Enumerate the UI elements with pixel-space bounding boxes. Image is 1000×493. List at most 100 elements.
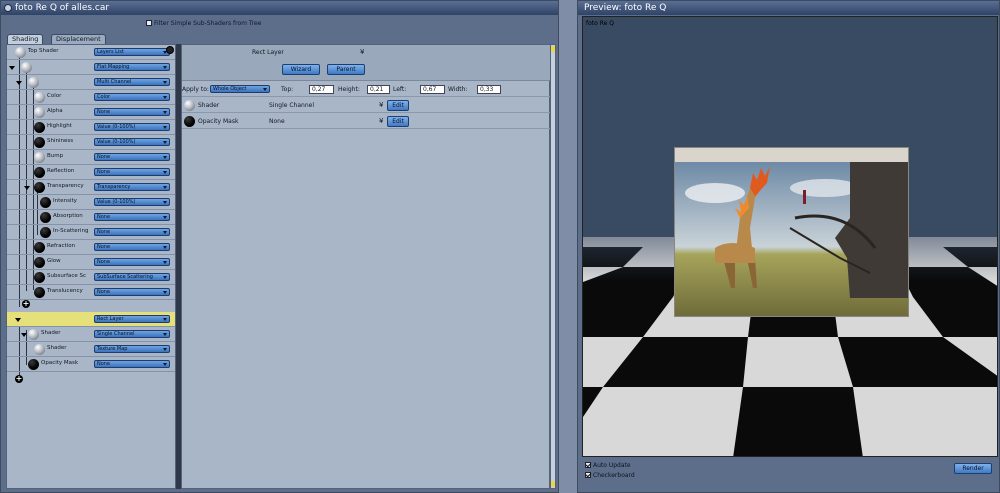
- tree-row-transparency[interactable]: Transparency Transparency: [7, 180, 175, 195]
- render-button[interactable]: Render: [954, 463, 992, 474]
- collapse-triangle-icon[interactable]: [15, 318, 21, 322]
- lock-icon[interactable]: [166, 46, 174, 54]
- tree-row-top-shader[interactable]: Top Shader Layers List: [7, 45, 175, 60]
- shader-ball-icon: [34, 122, 45, 133]
- height-label: Height:: [338, 86, 360, 93]
- tree-dropdown[interactable]: None: [94, 153, 170, 161]
- layer-header: Rect Layer ¥ Wizard Parent: [182, 45, 551, 81]
- checkerboard-checkbox[interactable]: [585, 472, 591, 478]
- tree-dropdown[interactable]: Value (0-100%): [94, 123, 170, 131]
- tree-row-in-scattering[interactable]: In-Scattering None: [7, 225, 175, 240]
- shader-ball-icon: [34, 242, 45, 253]
- edit-button[interactable]: Edit: [387, 100, 409, 111]
- tree-row-glow[interactable]: Glow None: [7, 255, 175, 270]
- tree-dropdown[interactable]: None: [94, 213, 170, 221]
- tree-row-highlight[interactable]: Highlight Value (0-100%): [7, 120, 175, 135]
- tree-row-absorption[interactable]: Absorption None: [7, 210, 175, 225]
- tree-dropdown[interactable]: Texture Map: [94, 345, 170, 353]
- checkerboard-option[interactable]: Checkerboard: [585, 472, 635, 479]
- editor-titlebar[interactable]: foto Re Q of alles.car: [1, 1, 558, 15]
- tree-dropdown[interactable]: None: [94, 258, 170, 266]
- tree-row-subsurface[interactable]: Subsurface Sc SubSurface Scattering: [7, 270, 175, 285]
- tree-row-intensity[interactable]: Intensity Value (0-100%): [7, 195, 175, 210]
- height-input[interactable]: 0,21: [367, 85, 390, 94]
- shader-ball-icon: [34, 107, 45, 118]
- tree-row-multi-channel[interactable]: Multi Channel: [7, 75, 175, 90]
- width-label: Width:: [448, 86, 468, 93]
- tree-label: Reflection: [47, 168, 75, 174]
- tree-dropdown[interactable]: Layers List: [94, 48, 170, 56]
- tree-row-color[interactable]: Color Color: [7, 90, 175, 105]
- tree-dropdown[interactable]: Multi Channel: [94, 78, 170, 86]
- checkerboard-label: Checkerboard: [593, 472, 635, 479]
- collapse-triangle-icon[interactable]: [21, 333, 27, 337]
- tree-dropdown[interactable]: Value (0-100%): [94, 198, 170, 206]
- collapse-triangle-icon[interactable]: [9, 66, 15, 70]
- viewport-label: foto Re Q: [586, 20, 614, 27]
- shader-ball-icon: [34, 182, 45, 193]
- scroll-up-icon[interactable]: [551, 46, 555, 52]
- tree-label: Glow: [47, 258, 61, 264]
- chevron-down-icon[interactable]: ¥: [360, 48, 364, 56]
- tree-dropdown[interactable]: Transparency: [94, 183, 170, 191]
- filter-subshaders-option[interactable]: Filter Simple Sub-Shaders from Tree: [146, 20, 261, 27]
- chevron-down-icon[interactable]: ¥: [379, 101, 383, 109]
- tree-row-reflection[interactable]: Reflection None: [7, 165, 175, 180]
- shader-ball-icon: [184, 100, 195, 111]
- tree-dropdown[interactable]: None: [94, 228, 170, 236]
- tab-displacement[interactable]: Displacement: [51, 34, 106, 44]
- filter-checkbox[interactable]: [146, 20, 152, 26]
- render-viewport[interactable]: foto Re Q: [582, 16, 998, 457]
- tab-displacement-label: Displacement: [56, 35, 101, 43]
- width-input[interactable]: 0,33: [477, 85, 501, 94]
- tree-row-opacity-mask[interactable]: Opacity Mask None: [7, 357, 175, 372]
- wizard-button[interactable]: Wizard: [282, 64, 320, 75]
- tree-dropdown[interactable]: None: [94, 288, 170, 296]
- collapse-triangle-icon[interactable]: [24, 186, 30, 190]
- vertical-scrollbar[interactable]: [550, 44, 556, 489]
- tree-label: Bump: [47, 153, 64, 159]
- tree-dropdown[interactable]: SubSurface Scattering: [94, 273, 170, 281]
- add-layer-icon[interactable]: +: [15, 375, 23, 383]
- tree-dropdown[interactable]: None: [94, 360, 170, 368]
- filter-label: Filter Simple Sub-Shaders from Tree: [154, 20, 262, 27]
- tree-row-shader-single-channel[interactable]: Shader Single Channel: [7, 327, 175, 342]
- tree-dropdown[interactable]: None: [94, 243, 170, 251]
- tree-dropdown[interactable]: Color: [94, 93, 170, 101]
- tree-dropdown[interactable]: None: [94, 168, 170, 176]
- tree-row-shader-texture-map[interactable]: Shader Texture Map: [7, 342, 175, 357]
- tree-row-refraction[interactable]: Refraction None: [7, 240, 175, 255]
- tree-dropdown[interactable]: Value (0-100%): [94, 138, 170, 146]
- rendered-photo-plane: [674, 147, 909, 317]
- tree-row-flat-mapping[interactable]: Flat Mapping: [7, 60, 175, 75]
- shader-ball-icon: [28, 359, 39, 370]
- tree-row-translucency[interactable]: Translucency None: [7, 285, 175, 300]
- prop-row-opacity-mask: Opacity Mask None ¥ Edit: [182, 114, 551, 129]
- tree-dropdown[interactable]: Flat Mapping: [94, 63, 170, 71]
- left-input[interactable]: 0,67: [420, 85, 445, 94]
- chevron-down-icon[interactable]: ¥: [379, 117, 383, 125]
- close-icon[interactable]: [4, 4, 12, 12]
- auto-update-option[interactable]: Auto Update: [585, 462, 631, 469]
- tab-shading[interactable]: Shading: [7, 34, 44, 44]
- auto-update-checkbox[interactable]: [585, 462, 591, 468]
- tree-dropdown[interactable]: None: [94, 108, 170, 116]
- parent-button[interactable]: Parent: [327, 64, 365, 75]
- edit-button[interactable]: Edit: [387, 116, 409, 127]
- editor-title: foto Re Q of alles.car: [15, 3, 110, 13]
- tree-dropdown[interactable]: Rect Layer: [94, 315, 170, 323]
- scroll-down-icon[interactable]: [551, 481, 555, 487]
- shader-ball-icon: [40, 197, 51, 208]
- tree-row-shininess[interactable]: Shininess Value (0-100%): [7, 135, 175, 150]
- add-layer-icon[interactable]: +: [22, 300, 30, 308]
- tree-row-bump[interactable]: Bump None: [7, 150, 175, 165]
- tree-row-rect-layer[interactable]: Rect Layer: [7, 312, 175, 327]
- preview-titlebar[interactable]: Preview: foto Re Q: [578, 1, 999, 15]
- collapse-triangle-icon[interactable]: [16, 81, 22, 85]
- apply-to-select[interactable]: Whole Object: [210, 85, 270, 93]
- tree-row-alpha[interactable]: Alpha None: [7, 105, 175, 120]
- tree-label: Alpha: [47, 108, 63, 114]
- top-input[interactable]: 0,27: [309, 85, 334, 94]
- tree-dropdown[interactable]: Single Channel: [94, 330, 170, 338]
- apply-to-row: Apply to: Whole Object Top: 0,27 Height:…: [182, 82, 551, 97]
